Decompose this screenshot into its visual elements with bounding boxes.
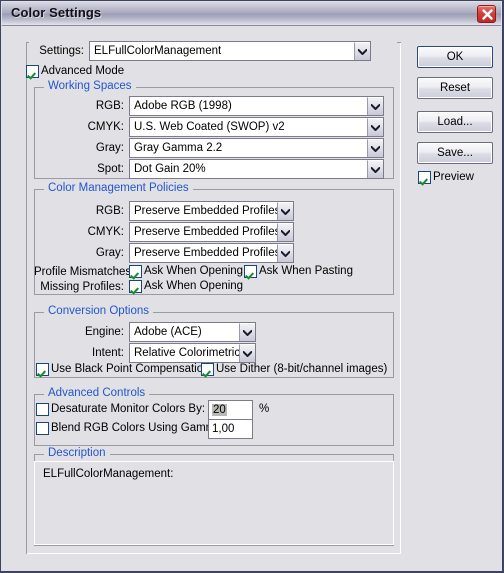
ws-spot-combobox[interactable]: Dot Gain 20%: [129, 159, 384, 179]
checkbox-box[interactable]: [418, 171, 431, 184]
checkbox-box[interactable]: [36, 422, 49, 435]
cmp-gray-value: Preserve Embedded Profiles: [134, 247, 277, 259]
ws-rgb-combobox[interactable]: Adobe RGB (1998): [129, 96, 384, 116]
checkbox-box[interactable]: [26, 65, 39, 78]
ws-gray-combobox[interactable]: Gray Gamma 2.2: [129, 138, 384, 158]
description-title: Description: [44, 447, 110, 459]
close-icon[interactable]: [477, 5, 496, 23]
ws-spot-label: Spot:: [97, 163, 124, 175]
chevron-down-icon[interactable]: [239, 344, 255, 362]
cmp-rgb-label: RGB:: [95, 205, 124, 217]
ask-when-opening-mismatch-label: Ask When Opening: [144, 265, 244, 277]
preview-label: Preview: [433, 171, 474, 183]
ask-when-pasting-label: Ask When Pasting: [259, 265, 353, 277]
checkbox-box[interactable]: [129, 265, 142, 278]
description-pane: ELFullColorManagement:: [34, 461, 394, 545]
blend-gamma-value-input[interactable]: 1,00: [208, 419, 253, 439]
use-dither-checkbox[interactable]: Use Dither (8-bit/channel images): [201, 363, 387, 376]
reset-button[interactable]: Reset: [417, 77, 493, 99]
blend-rgb-gamma-label: Blend RGB Colors Using Gamma:: [51, 422, 225, 434]
blend-gamma-value: 1,00: [212, 423, 235, 435]
settings-combobox-value: ELFullColorManagement: [94, 45, 222, 57]
cmp-cmyk-value: Preserve Embedded Profiles: [134, 226, 277, 238]
chevron-down-icon[interactable]: [354, 42, 370, 60]
preview-checkbox[interactable]: Preview: [418, 171, 474, 184]
title-bar: Color Settings: [2, 2, 501, 26]
desaturate-value-input[interactable]: 20: [208, 400, 253, 420]
engine-combobox[interactable]: Adobe (ACE): [129, 322, 256, 342]
desaturate-value: 20: [212, 404, 227, 416]
cmp-rgb-combobox[interactable]: Preserve Embedded Profiles: [129, 201, 294, 221]
percent-sign-label: %: [259, 403, 270, 415]
intent-label: Intent:: [92, 347, 124, 359]
chevron-down-icon[interactable]: [239, 323, 255, 341]
load-button[interactable]: Load...: [417, 111, 493, 133]
chevron-down-icon[interactable]: [277, 244, 293, 262]
ws-gray-value: Gray Gamma 2.2: [134, 142, 223, 154]
missing-profiles-label: Missing Profiles:: [40, 281, 124, 293]
ask-when-pasting-checkbox[interactable]: Ask When Pasting: [244, 265, 353, 278]
ws-cmyk-label: CMYK:: [87, 121, 124, 133]
desaturate-monitor-colors-label: Desaturate Monitor Colors By:: [51, 403, 206, 415]
ask-when-opening-mismatch-checkbox[interactable]: Ask When Opening: [129, 265, 243, 278]
advanced-controls-title: Advanced Controls: [44, 387, 150, 399]
chevron-down-icon[interactable]: [277, 202, 293, 220]
chevron-down-icon[interactable]: [277, 223, 293, 241]
cmp-gray-label: Gray:: [95, 247, 124, 259]
cmp-rgb-value: Preserve Embedded Profiles: [134, 205, 277, 217]
engine-label: Engine:: [84, 326, 124, 338]
chevron-down-icon[interactable]: [367, 118, 383, 136]
cmp-gray-combobox[interactable]: Preserve Embedded Profiles: [129, 243, 294, 263]
ok-button[interactable]: OK: [417, 46, 493, 68]
desaturate-monitor-colors-checkbox[interactable]: Desaturate Monitor Colors By:: [36, 403, 205, 416]
checkbox-box[interactable]: [129, 280, 142, 293]
ws-gray-label: Gray:: [95, 142, 124, 154]
ws-cmyk-value: U.S. Web Coated (SWOP) v2: [134, 121, 285, 133]
ws-cmyk-combobox[interactable]: U.S. Web Coated (SWOP) v2: [129, 117, 384, 137]
description-text: ELFullColorManagement:: [43, 468, 174, 480]
blend-rgb-gamma-checkbox[interactable]: Blend RGB Colors Using Gamma:: [36, 422, 225, 435]
save-button[interactable]: Save...: [417, 142, 493, 164]
chevron-down-icon[interactable]: [367, 160, 383, 178]
ws-spot-value: Dot Gain 20%: [134, 163, 206, 175]
ask-when-opening-missing-label: Ask When Opening: [144, 280, 244, 292]
engine-value: Adobe (ACE): [134, 326, 202, 338]
advanced-mode-label: Advanced Mode: [41, 65, 125, 77]
ws-rgb-label: RGB:: [95, 100, 124, 112]
settings-label: Settings:: [39, 45, 84, 57]
profile-mismatches-label: Profile Mismatches:: [34, 266, 135, 278]
chevron-down-icon[interactable]: [367, 97, 383, 115]
checkbox-box[interactable]: [36, 363, 49, 376]
cmp-cmyk-label: CMYK:: [87, 226, 124, 238]
conversion-options-title: Conversion Options: [44, 305, 153, 317]
chevron-down-icon[interactable]: [367, 139, 383, 157]
intent-value: Relative Colorimetric: [134, 347, 239, 359]
black-point-compensation-checkbox[interactable]: Use Black Point Compensation: [36, 363, 210, 376]
cmp-cmyk-combobox[interactable]: Preserve Embedded Profiles: [129, 222, 294, 242]
settings-combobox[interactable]: ELFullColorManagement: [89, 41, 371, 61]
checkbox-box[interactable]: [244, 265, 257, 278]
intent-combobox[interactable]: Relative Colorimetric: [129, 343, 256, 363]
working-spaces-title: Working Spaces: [44, 80, 136, 92]
color-settings-dialog: Color Settings Settings: ELFullColorMana…: [0, 0, 504, 573]
black-point-compensation-label: Use Black Point Compensation: [51, 363, 210, 375]
window-title: Color Settings: [11, 5, 102, 20]
ask-when-opening-missing-checkbox[interactable]: Ask When Opening: [129, 280, 243, 293]
use-dither-label: Use Dither (8-bit/channel images): [216, 363, 388, 375]
checkbox-box[interactable]: [201, 363, 214, 376]
advanced-mode-checkbox[interactable]: Advanced Mode: [26, 65, 124, 78]
ws-rgb-value: Adobe RGB (1998): [134, 100, 232, 112]
checkbox-box[interactable]: [36, 403, 49, 416]
color-management-policies-title: Color Management Policies: [44, 182, 193, 194]
